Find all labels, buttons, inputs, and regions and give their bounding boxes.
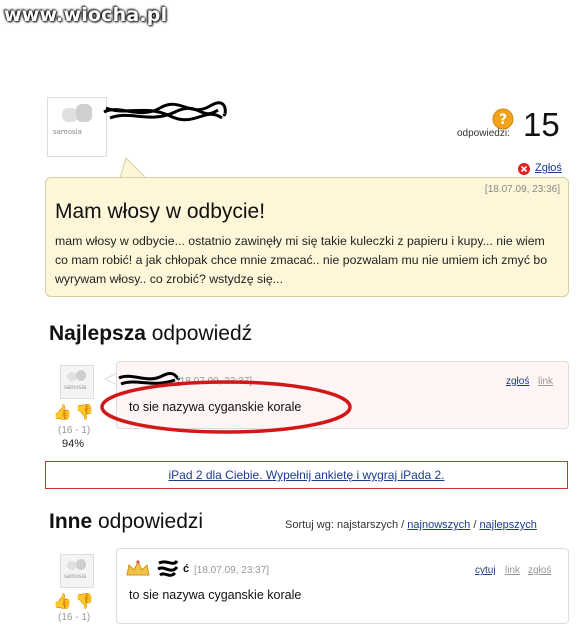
- answer-votes: (16 - 1): [58, 612, 91, 623]
- svg-text:?: ?: [499, 112, 507, 128]
- ad-banner[interactable]: iPad 2 dla Ciebie. Wypełnij ankietę i wy…: [45, 461, 568, 489]
- report-link[interactable]: Zgłoś: [535, 162, 562, 174]
- question-box: [18.07.09, 23:36] Mam włosy w odbycie! m…: [45, 177, 569, 297]
- question-title: Mam włosy w odbycie!: [55, 200, 266, 223]
- redacted-username: [103, 101, 227, 122]
- cite-link[interactable]: cytuj: [475, 565, 496, 576]
- best-answer-votes: (16 - 1): [58, 425, 91, 436]
- best-answer-percent: 94%: [62, 438, 85, 450]
- highlight-oval: [100, 380, 352, 434]
- question-date: [18.07.09, 23:36]: [484, 184, 560, 195]
- answer-box: ć [18.07.09, 23:37] cytuj link zgłoś to …: [116, 548, 569, 624]
- avatar-label: samosia: [53, 128, 82, 136]
- question-tail: [119, 157, 148, 179]
- other-answers-heading: Inne odpowiedzi: [49, 510, 204, 533]
- answer-text: to sie nazywa cyganskie korale: [129, 588, 302, 602]
- answer-username: ć: [183, 563, 190, 575]
- sort-newest-link[interactable]: najnowszych: [407, 519, 470, 531]
- question-avatar[interactable]: samosia: [47, 97, 107, 157]
- answer-count-label: odpowiedzi:: [457, 128, 510, 139]
- best-permalink[interactable]: link: [538, 376, 553, 387]
- best-answer-avatar[interactable]: samosia: [60, 365, 94, 399]
- answer-date: [18.07.09, 23:37]: [194, 565, 270, 576]
- redacted-username: [157, 559, 179, 577]
- thumb-down-icon[interactable]: 👎: [75, 592, 94, 610]
- answer-report-link[interactable]: zgłoś: [528, 565, 551, 576]
- question-body: mam włosy w odbycie... ostatnio zawinęły…: [55, 234, 548, 286]
- answer-avatar[interactable]: samosia: [60, 554, 94, 588]
- answer-count: 15: [523, 106, 560, 143]
- best-report-link[interactable]: zgłoś: [506, 376, 529, 387]
- report-icon: [518, 163, 530, 175]
- watermark: www.wiocha.pl: [4, 4, 168, 26]
- thumb-up-icon[interactable]: 👍: [53, 403, 72, 421]
- sort-options: Sortuj wg: najstarszych / najnowszych / …: [285, 519, 537, 531]
- thumb-down-icon[interactable]: 👎: [75, 403, 94, 421]
- thumb-up-icon[interactable]: 👍: [53, 592, 72, 610]
- crown-icon: [126, 560, 150, 576]
- answer-permalink[interactable]: link: [505, 565, 520, 576]
- sort-best-link[interactable]: najlepszych: [479, 519, 536, 531]
- best-answer-heading: Najlepsza odpowiedź: [49, 322, 253, 345]
- ad-link[interactable]: iPad 2 dla Ciebie. Wypełnij ankietę i wy…: [46, 468, 567, 482]
